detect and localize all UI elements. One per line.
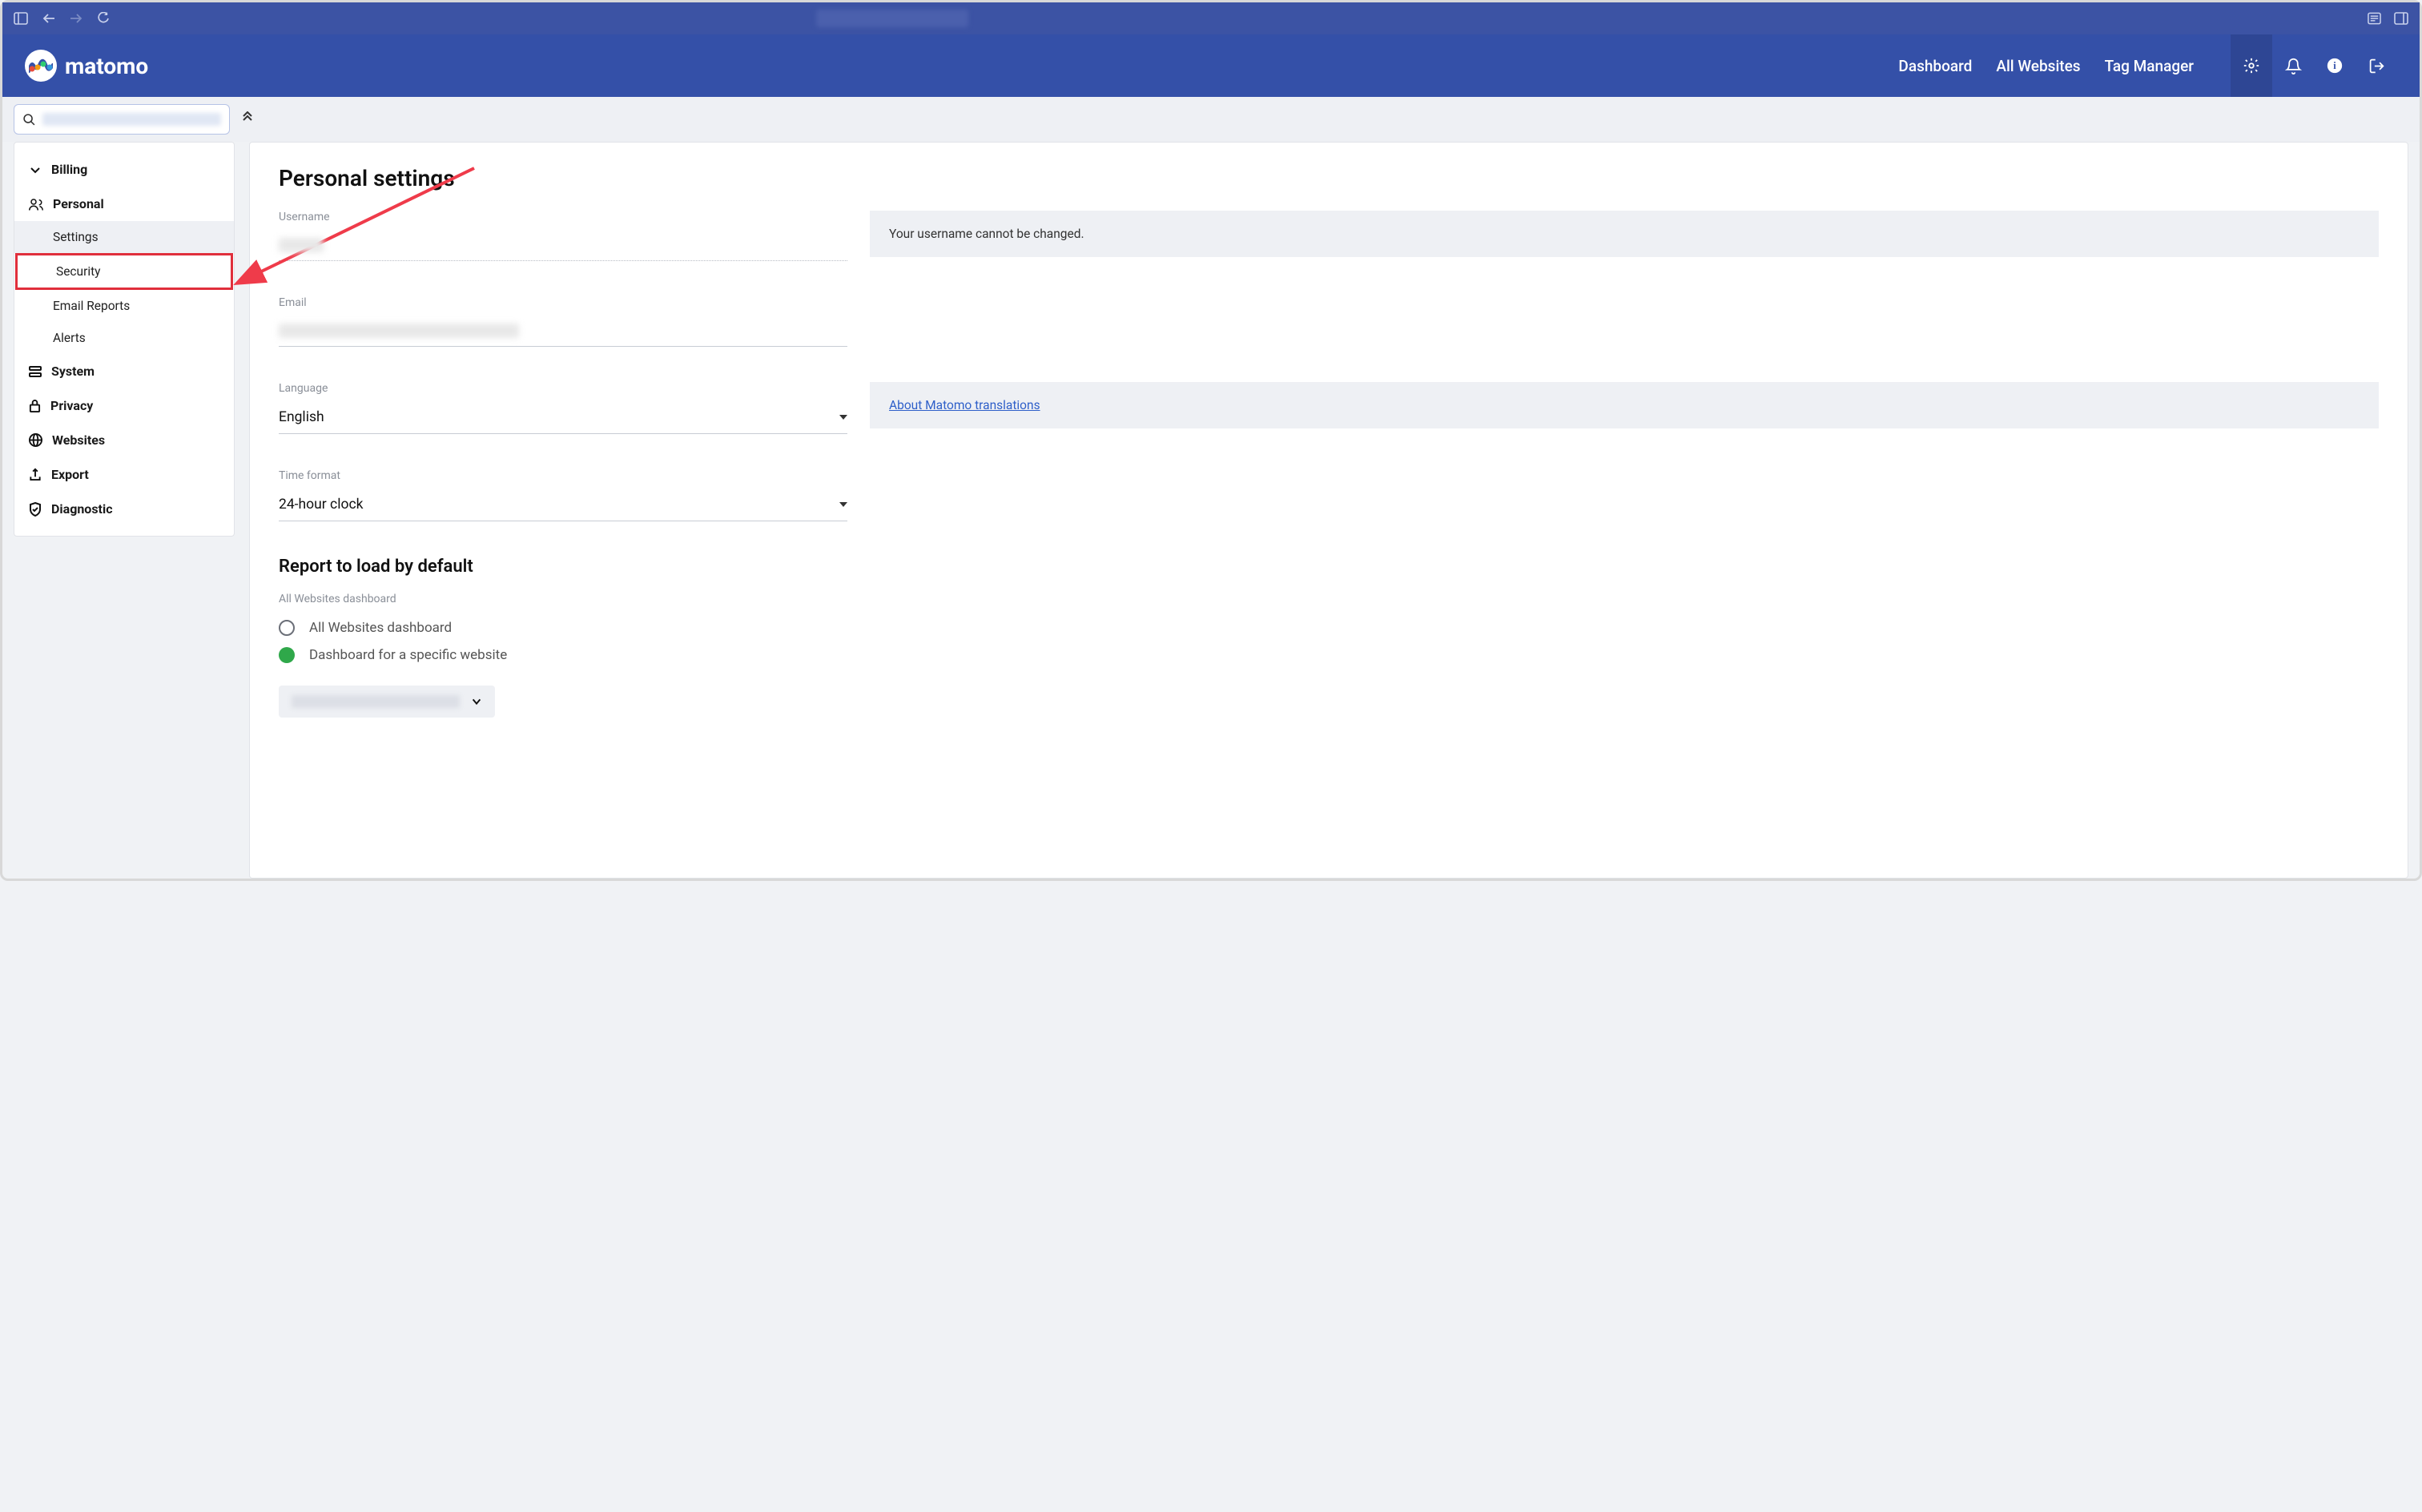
language-label: Language: [279, 382, 847, 395]
logout-icon: [2368, 58, 2385, 74]
sidebar-section-diagnostic[interactable]: Diagnostic: [14, 492, 234, 526]
sidebar-label: Billing: [51, 162, 87, 177]
nav-dashboard[interactable]: Dashboard: [1898, 57, 1972, 75]
collapse-icon[interactable]: [241, 111, 254, 127]
translations-link[interactable]: About Matomo translations: [889, 398, 1040, 412]
timeformat-select[interactable]: 24-hour clock: [279, 490, 847, 521]
sidebar-label: Diagnostic: [51, 501, 113, 517]
back-icon[interactable]: [42, 13, 55, 24]
nav-tag-manager[interactable]: Tag Manager: [2105, 57, 2194, 75]
info-icon: i: [2327, 58, 2343, 74]
main-panel: Personal settings Username Your username…: [249, 142, 2408, 879]
sidebar-label: Personal: [53, 196, 104, 211]
reload-icon[interactable]: [97, 12, 110, 25]
radio-unchecked-icon: [279, 620, 295, 636]
shield-icon: [29, 502, 42, 517]
url-bar[interactable]: [816, 10, 968, 27]
sidebar-label: Export: [51, 467, 89, 482]
svg-text:i: i: [2333, 60, 2336, 71]
forward-icon: [70, 13, 82, 24]
panel-icon[interactable]: [2394, 12, 2408, 25]
radio-specific-website[interactable]: Dashboard for a specific website: [279, 647, 2379, 663]
timeformat-label: Time format: [279, 469, 847, 482]
search-box[interactable]: [14, 104, 230, 135]
website-picker[interactable]: [279, 686, 495, 718]
username-label: Username: [279, 211, 847, 223]
report-default-subtitle: All Websites dashboard: [279, 593, 2379, 605]
language-select[interactable]: English: [279, 403, 847, 434]
logo[interactable]: matomo: [25, 50, 148, 82]
app-header: matomo Dashboard All Websites Tag Manage…: [2, 34, 2420, 97]
search-icon: [22, 113, 36, 127]
sidebar-section-system[interactable]: System: [14, 354, 234, 388]
settings-button[interactable]: [2231, 34, 2272, 97]
nav-all-websites[interactable]: All Websites: [1996, 57, 2080, 75]
sidebar-section-billing[interactable]: Billing: [14, 152, 234, 187]
sidebar: Billing Personal Settings Security Email…: [14, 142, 235, 537]
export-icon: [29, 468, 42, 481]
notifications-button[interactable]: [2272, 34, 2314, 97]
logo-mark-icon: [25, 50, 57, 82]
sidebar-section-export[interactable]: Export: [14, 457, 234, 492]
radio-all-websites[interactable]: All Websites dashboard: [279, 620, 2379, 636]
page-title: Personal settings: [279, 165, 2379, 191]
email-input[interactable]: [279, 317, 847, 347]
globe-icon: [29, 433, 42, 447]
share-icon[interactable]: [2368, 12, 2381, 25]
server-icon: [29, 365, 42, 378]
report-default-title: Report to load by default: [279, 557, 2379, 577]
browser-chrome: [2, 2, 2420, 34]
email-label: Email: [279, 296, 847, 309]
bell-icon: [2285, 58, 2302, 74]
username-input: [279, 231, 847, 261]
search-input[interactable]: [42, 113, 221, 126]
chevron-down-icon: [839, 415, 847, 420]
logout-button[interactable]: [2356, 34, 2397, 97]
chevron-down-icon: [29, 163, 42, 176]
radio-checked-icon: [279, 647, 295, 663]
sidebar-section-personal[interactable]: Personal: [14, 187, 234, 221]
sidebar-section-websites[interactable]: Websites: [14, 423, 234, 457]
username-info: Your username cannot be changed.: [870, 211, 2379, 257]
gear-icon: [2243, 57, 2260, 74]
chevron-down-icon: [839, 502, 847, 507]
users-icon: [29, 198, 43, 211]
sidebar-label: Privacy: [50, 398, 93, 413]
lock-icon: [29, 399, 41, 412]
language-info: About Matomo translations: [870, 382, 2379, 428]
sidebar-item-email-reports[interactable]: Email Reports: [14, 290, 234, 322]
sidebar-item-security[interactable]: Security: [15, 253, 233, 290]
sidebar-item-alerts[interactable]: Alerts: [14, 322, 234, 354]
sidebar-section-privacy[interactable]: Privacy: [14, 388, 234, 423]
sidebar-label: Websites: [52, 432, 105, 448]
sidebar-item-settings[interactable]: Settings: [14, 221, 234, 253]
sidebar-toggle-icon[interactable]: [14, 12, 28, 25]
chevron-down-icon: [471, 696, 482, 707]
info-button[interactable]: i: [2314, 34, 2356, 97]
sidebar-label: System: [51, 364, 95, 379]
subheader: [2, 97, 2420, 142]
logo-text: matomo: [65, 53, 148, 79]
